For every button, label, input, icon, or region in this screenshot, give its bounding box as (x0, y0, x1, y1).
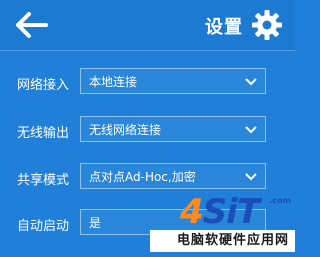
setting-row-share-mode: 共享模式 点对点Ad-Hoc,加密 (0, 161, 295, 195)
network-input-label: 网络接入 (17, 78, 70, 93)
gear-icon[interactable] (251, 9, 283, 41)
network-input-select[interactable]: 本地连接 (80, 68, 266, 94)
page-title: 设置 (205, 17, 243, 38)
auto-start-label: 自动启动 (17, 219, 70, 234)
wireless-output-value: 无线网络连接 (89, 123, 162, 137)
wireless-output-select[interactable]: 无线网络连接 (80, 116, 266, 142)
header-bar: 设置 (0, 0, 295, 51)
watermark-domain-suffix: .com (269, 196, 291, 205)
chevron-down-icon (245, 173, 257, 181)
network-input-value: 本地连接 (89, 75, 138, 89)
share-mode-select[interactable]: 点对点Ad-Hoc,加密 (80, 163, 266, 189)
watermark-logo-text: 4SiT (180, 192, 260, 232)
chevron-down-icon (245, 78, 257, 86)
setting-row-network-input: 网络接入 本地连接 (0, 66, 295, 100)
chevron-down-icon (245, 126, 257, 134)
setting-row-wireless-output: 无线输出 无线网络连接 (0, 114, 295, 148)
back-arrow-icon[interactable] (12, 10, 52, 40)
share-mode-label: 共享模式 (17, 173, 70, 188)
share-mode-value: 点对点Ad-Hoc,加密 (89, 170, 196, 184)
wireless-output-label: 无线输出 (17, 126, 70, 141)
auto-start-value: 是 (89, 216, 102, 230)
watermark-subtitle: 电脑软硬件应用网 (150, 230, 295, 252)
watermark-logo: 4SiT .com 电脑软硬件应用网 (150, 192, 295, 257)
